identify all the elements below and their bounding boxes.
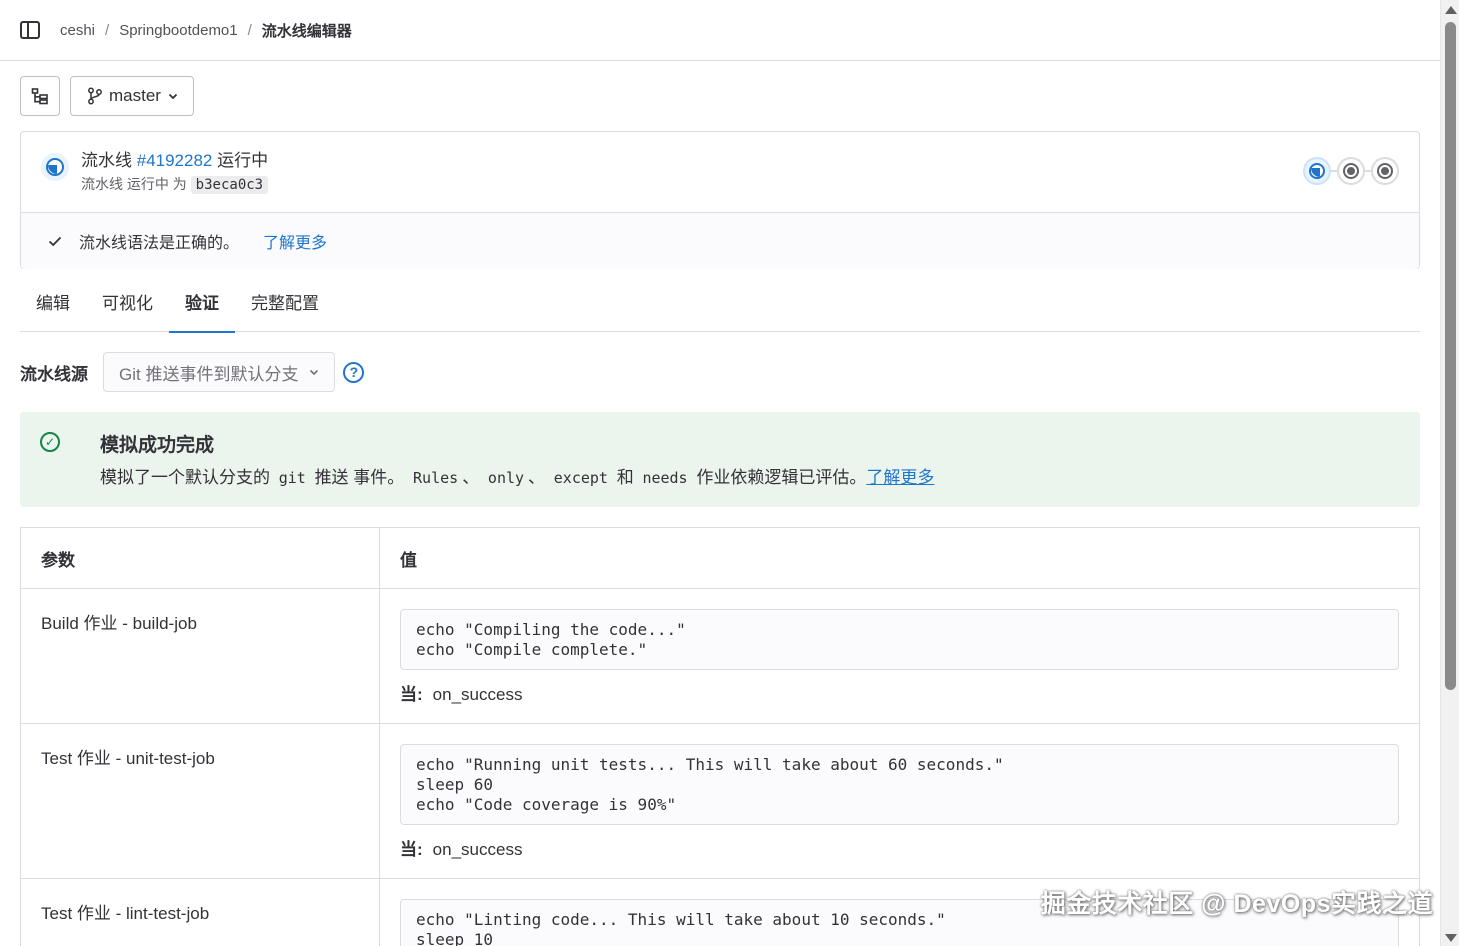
pipeline-title: 流水线 #4192282 运行中 [81,150,268,172]
pipeline-source-label: 流水线源 [20,364,88,384]
breadcrumb-bar: ceshi / Springbootdemo1 / 流水线编辑器 [0,0,1440,61]
alert-body: 模拟了一个默认分支的 git 推送 事件。 Rules、 only、 excep… [100,463,1400,488]
check-icon [48,236,62,247]
pipeline-status-card: 流水线 #4192282 运行中 流水线 运行中 为 b3eca0c3 流水线语… [20,131,1420,269]
table-row: Test 作业 - unit-test-job echo "Running un… [20,723,1420,879]
branch-name: master [109,86,161,105]
pipeline-summary: 流水线 #4192282 运行中 流水线 运行中 为 b3eca0c3 [21,132,1419,212]
job-script: echo "Compiling the code..." echo "Compi… [400,609,1399,670]
pipeline-id-link[interactable]: #4192282 [137,151,213,170]
pipeline-source-select[interactable]: Git 推送事件到默认分支 [103,352,336,392]
job-script: echo "Running unit tests... This will ta… [400,744,1399,825]
pipeline-stages [1303,157,1399,185]
scroll-down-arrow-icon[interactable] [1445,934,1457,942]
watermark: 掘金技术社区 @ DevOps实践之道 [1040,890,1433,918]
tab-full-config[interactable]: 完整配置 [235,270,335,332]
lint-message: 流水线语法是正确的。 [79,235,240,252]
breadcrumb-item-project[interactable]: Springbootdemo1 [119,22,237,39]
pipeline-source-row: 流水线源 Git 推送事件到默认分支 ? [20,352,365,392]
tab-validate[interactable]: 验证 [169,270,235,333]
editor-tabs: 编辑 可视化 验证 完整配置 [20,270,1420,333]
stage-test-created-icon[interactable] [1337,157,1365,185]
alert-title: 模拟成功完成 [100,435,215,456]
alert-text: 和 [616,468,634,487]
pipeline-subtitle-text: 流水线 运行中 为 [81,176,187,192]
column-header-value: 值 [379,527,1420,589]
running-status-icon[interactable] [41,153,69,181]
job-name: Test 作业 - unit-test-job [20,723,380,879]
scrollbar-thumb[interactable] [1445,22,1456,690]
stage-build-running-icon[interactable] [1303,157,1331,185]
when-value: on_success [432,685,523,704]
pipeline-title-prefix: 流水线 [81,151,132,170]
alert-text: 推送 事件。 [314,468,405,487]
file-tree-icon [31,88,48,105]
breadcrumb-separator: / [105,21,110,39]
job-name: Build 作业 - build-job [20,588,380,724]
breadcrumb-item-group[interactable]: ceshi [60,22,95,39]
commit-sha[interactable]: b3eca0c3 [190,176,269,194]
alert-text: 模拟了一个默认分支的 [100,468,270,487]
table-header-row: 参数 值 [20,527,1420,589]
scroll-up-arrow-icon[interactable] [1445,6,1457,14]
simulation-success-alert: ✓ 模拟成功完成 模拟了一个默认分支的 git 推送 事件。 Rules、 on… [20,412,1420,507]
alert-code: except [553,469,608,487]
pipeline-subtitle: 流水线 运行中 为 b3eca0c3 [81,174,269,194]
alert-code: Rules [413,469,459,487]
branch-switcher[interactable]: master [70,76,194,116]
page-scrollbar[interactable] [1440,0,1459,946]
table-row: Build 作业 - build-job echo "Compiling the… [20,588,1420,724]
when-value: on_success [432,840,523,859]
alert-code: git [278,469,306,487]
pipeline-source-selected: Git 推送事件到默认分支 [119,364,299,384]
job-when: 当: on_success [400,680,1399,705]
alert-text: 作业依赖逻辑已评估。 [696,468,867,487]
tab-visualize[interactable]: 可视化 [86,270,169,332]
job-when: 当: on_success [400,835,1399,860]
editor-toolbar: master [20,76,194,116]
sidebar-toggle-icon[interactable] [20,21,40,39]
breadcrumb-current[interactable]: 流水线编辑器 [262,20,352,41]
alert-learn-more-link[interactable]: 了解更多 [866,468,934,487]
check-circle-icon: ✓ [40,432,60,452]
branch-icon [88,87,102,105]
lint-learn-more-link[interactable]: 了解更多 [263,229,327,253]
stage-deploy-created-icon[interactable] [1371,157,1399,185]
job-details: echo "Running unit tests... This will ta… [379,723,1420,879]
breadcrumb-separator: / [247,21,252,39]
lint-status: 流水线语法是正确的。 了解更多 [21,212,1419,269]
file-tree-button[interactable] [20,76,60,116]
alert-text: 、 [528,468,546,487]
alert-text: 、 [462,468,480,487]
column-header-param: 参数 [20,527,380,589]
job-name: Test 作业 - lint-test-job [20,878,380,946]
pipeline-status-text: 运行中 [217,151,269,170]
chevron-down-icon [168,93,178,100]
tab-edit[interactable]: 编辑 [20,270,86,332]
help-icon[interactable]: ? [343,361,365,383]
when-label: 当: [400,840,423,859]
chevron-down-icon [310,369,319,376]
job-details: echo "Compiling the code..." echo "Compi… [379,588,1420,724]
when-label: 当: [400,685,423,704]
alert-code: only [487,469,525,487]
alert-code: needs [642,469,688,487]
